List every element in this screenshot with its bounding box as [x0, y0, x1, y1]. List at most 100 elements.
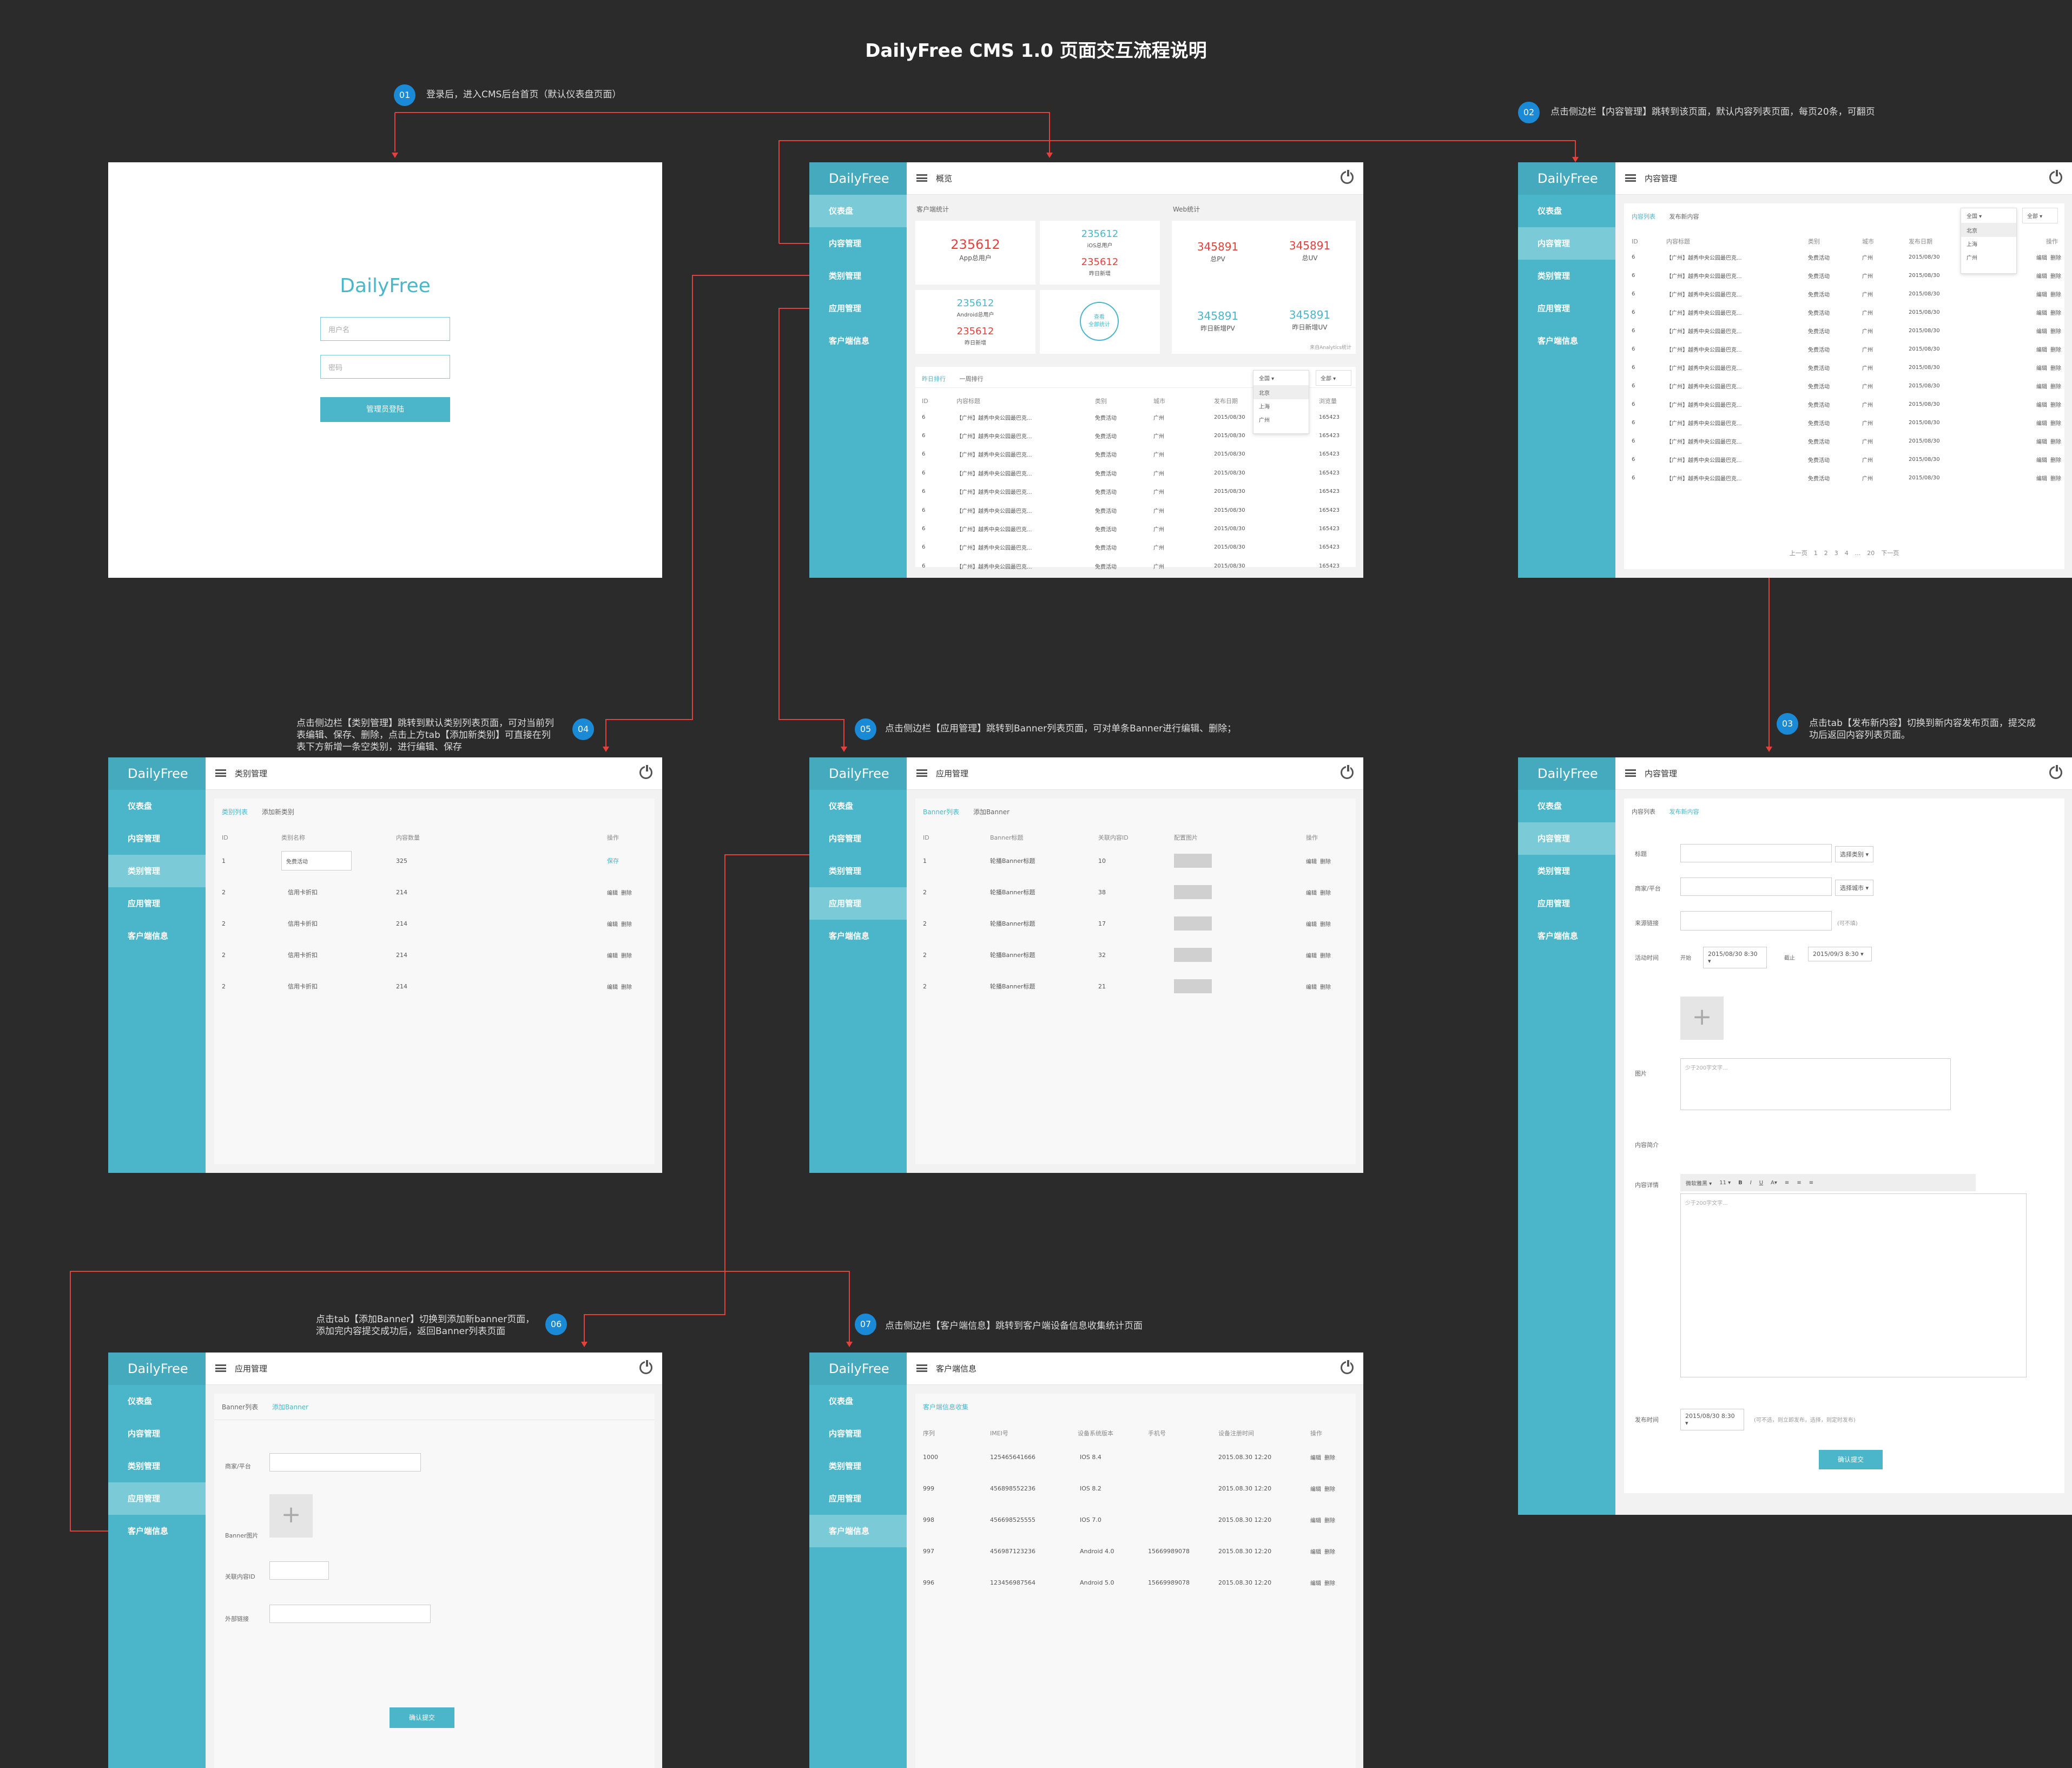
tab-weekly-rank[interactable]: 一周排行 — [960, 375, 984, 382]
sidebar-item-apps[interactable]: 应用管理 — [1518, 887, 1615, 920]
related-id-input[interactable] — [269, 1561, 329, 1580]
end-time-picker[interactable]: 2015/09/3 8:30 ▾ — [1808, 947, 1872, 961]
bold-icon[interactable]: B — [1738, 1180, 1743, 1186]
power-icon[interactable] — [1341, 1359, 1354, 1374]
sidebar-item-content[interactable]: 内容管理 — [108, 1417, 206, 1450]
edit-button[interactable]: 编辑 — [1310, 1455, 1321, 1461]
pager-item[interactable]: 上一页 — [1790, 550, 1807, 557]
edit-button[interactable]: 编辑 — [1310, 1487, 1321, 1493]
power-icon[interactable] — [2049, 169, 2062, 184]
merchant-input[interactable] — [269, 1453, 421, 1472]
sidebar-item-client[interactable]: 客户端信息 — [1518, 325, 1615, 357]
power-icon[interactable] — [1341, 169, 1354, 184]
delete-button[interactable]: 删除 — [2050, 458, 2061, 464]
edit-button[interactable]: 编辑 — [607, 985, 618, 991]
tab-banner-list[interactable]: Banner列表 — [923, 808, 959, 816]
view-all-stats-button[interactable]: 查看 全部统计 — [1080, 302, 1119, 341]
pager-item[interactable]: 1 — [1814, 550, 1818, 557]
sidebar-item-content[interactable]: 内容管理 — [809, 227, 907, 260]
sidebar-item-dashboard[interactable]: 仪表盘 — [108, 1385, 206, 1417]
edit-button[interactable]: 编辑 — [2036, 366, 2047, 372]
edit-button[interactable]: 编辑 — [1306, 985, 1317, 991]
sidebar-item-category[interactable]: 类别管理 — [1518, 260, 1615, 292]
delete-button[interactable]: 删除 — [1320, 859, 1331, 865]
delete-button[interactable]: 删除 — [621, 890, 632, 896]
sidebar-item-category[interactable]: 类别管理 — [108, 1450, 206, 1482]
text-color-icon[interactable]: A▾ — [1771, 1180, 1777, 1186]
delete-button[interactable]: 删除 — [621, 922, 632, 928]
delete-button[interactable]: 删除 — [1320, 953, 1331, 959]
merchant-input[interactable] — [1680, 878, 1832, 896]
delete-button[interactable]: 删除 — [621, 985, 632, 991]
sidebar-item-content[interactable]: 内容管理 — [809, 822, 907, 855]
edit-button[interactable]: 编辑 — [607, 953, 618, 959]
sidebar-item-content[interactable]: 内容管理 — [108, 822, 206, 855]
delete-button[interactable]: 删除 — [1324, 1549, 1335, 1555]
delete-button[interactable]: 删除 — [2050, 255, 2061, 261]
upload-image-button[interactable]: + — [1680, 997, 1724, 1040]
sidebar-item-category[interactable]: 类别管理 — [809, 1450, 907, 1482]
delete-button[interactable]: 删除 — [621, 953, 632, 959]
sidebar-item-apps[interactable]: 应用管理 — [1518, 292, 1615, 325]
edit-button[interactable]: 编辑 — [2036, 403, 2047, 408]
font-select[interactable]: 微软雅黑 ▾ — [1686, 1179, 1712, 1187]
edit-button[interactable]: 编辑 — [2036, 458, 2047, 464]
edit-button[interactable]: 编辑 — [2036, 384, 2047, 390]
detail-editor[interactable]: 少于200字文字... — [1680, 1193, 2027, 1377]
tab-add-banner[interactable]: 添加Banner — [272, 1403, 308, 1411]
link-input[interactable] — [1680, 911, 1832, 931]
edit-button[interactable]: 编辑 — [1310, 1549, 1321, 1555]
pager-item[interactable]: 4 — [1845, 550, 1849, 557]
menu-icon[interactable] — [916, 769, 927, 777]
type-dropdown[interactable]: 全部 ▾ — [1316, 370, 1351, 386]
sidebar-item-dashboard[interactable]: 仪表盘 — [809, 195, 907, 227]
sidebar-item-content[interactable]: 内容管理 — [1518, 227, 1615, 260]
edit-button[interactable]: 编辑 — [2036, 439, 2047, 445]
title-input[interactable] — [1680, 844, 1832, 862]
sidebar-item-category[interactable]: 类别管理 — [1518, 855, 1615, 887]
edit-button[interactable]: 编辑 — [1310, 1518, 1321, 1524]
tab-publish[interactable]: 发布新内容 — [1670, 213, 1699, 220]
edit-button[interactable]: 编辑 — [1306, 890, 1317, 896]
pager-item[interactable]: 20 — [1867, 550, 1875, 557]
sidebar-item-apps[interactable]: 应用管理 — [809, 292, 907, 325]
delete-button[interactable]: 删除 — [2050, 274, 2061, 280]
city-option-guangzhou[interactable]: 广州 — [1961, 250, 2016, 264]
delete-button[interactable]: 删除 — [2050, 421, 2061, 427]
menu-icon[interactable] — [215, 1364, 226, 1372]
delete-button[interactable]: 删除 — [2050, 384, 2061, 390]
underline-icon[interactable]: U — [1759, 1180, 1763, 1186]
tab-daily-rank[interactable]: 昨日排行 — [922, 375, 946, 382]
delete-button[interactable]: 删除 — [1324, 1455, 1335, 1461]
menu-icon[interactable] — [1625, 174, 1636, 182]
delete-button[interactable]: 删除 — [2050, 292, 2061, 298]
sidebar-item-apps[interactable]: 应用管理 — [809, 887, 907, 920]
city-option-shanghai[interactable]: 上海 — [1253, 399, 1309, 413]
sidebar-item-dashboard[interactable]: 仪表盘 — [809, 1385, 907, 1417]
power-icon[interactable] — [2049, 764, 2062, 779]
tab-client-info[interactable]: 客户端信息收集 — [923, 1403, 968, 1411]
city-select[interactable]: 选择城市 ▾ — [1835, 880, 1874, 896]
tab-publish[interactable]: 发布新内容 — [1670, 808, 1699, 815]
menu-icon[interactable] — [916, 174, 927, 182]
edit-button[interactable]: 编辑 — [1306, 922, 1317, 928]
pager-item[interactable]: 2 — [1824, 550, 1828, 557]
intro-textarea[interactable]: 少于200字文字... — [1680, 1058, 1951, 1110]
tab-add-banner[interactable]: 添加Banner — [973, 808, 1009, 816]
align-justify-icon[interactable]: ≡ — [1809, 1180, 1813, 1186]
delete-button[interactable]: 删除 — [1324, 1518, 1335, 1524]
start-time-picker[interactable]: 2015/08/30 8:30 ▾ — [1703, 947, 1767, 968]
sidebar-item-content[interactable]: 内容管理 — [1518, 822, 1615, 855]
submit-button[interactable]: 确认提交 — [390, 1707, 454, 1728]
sidebar-item-dashboard[interactable]: 仪表盘 — [1518, 195, 1615, 227]
sidebar-item-client[interactable]: 客户端信息 — [809, 920, 907, 952]
city-option-shanghai[interactable]: 上海 — [1961, 237, 2016, 250]
publish-time-picker[interactable]: 2015/08/30 8:30 ▾ — [1680, 1409, 1744, 1430]
tab-content-list[interactable]: 内容列表 — [1632, 213, 1655, 220]
power-icon[interactable] — [639, 1359, 652, 1374]
delete-button[interactable]: 删除 — [2050, 439, 2061, 445]
save-button[interactable]: 保存 — [607, 856, 644, 865]
delete-button[interactable]: 删除 — [1324, 1581, 1335, 1587]
sidebar-item-dashboard[interactable]: 仪表盘 — [1518, 790, 1615, 822]
delete-button[interactable]: 删除 — [1320, 922, 1331, 928]
